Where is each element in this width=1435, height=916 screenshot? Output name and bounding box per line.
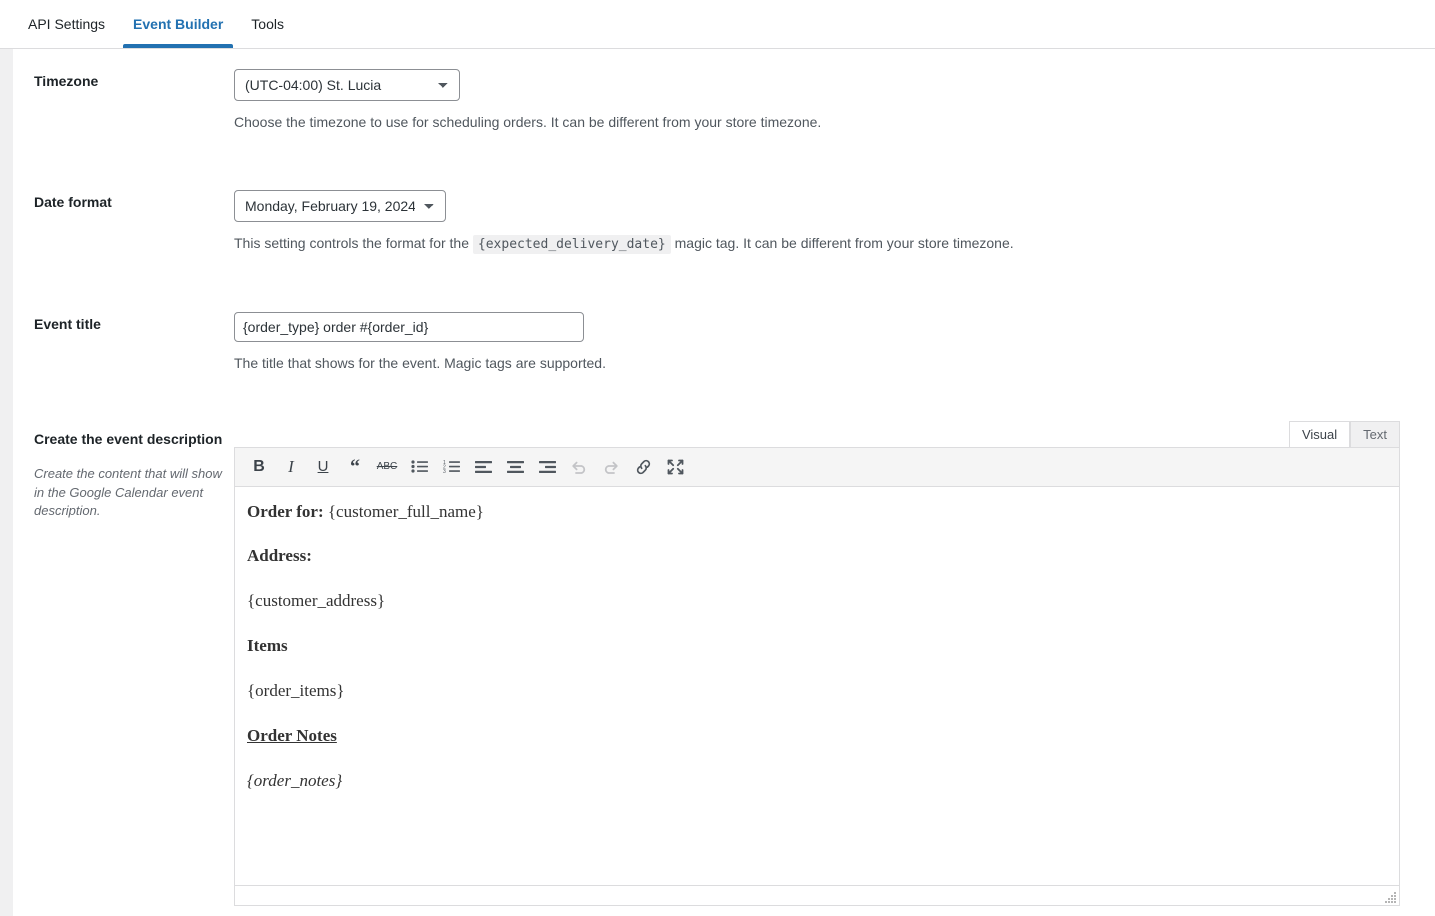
- event-title-field: The title that shows for the event. Magi…: [234, 292, 1435, 374]
- event-description-label-col: Create the event description Create the …: [13, 412, 234, 522]
- date-format-select[interactable]: Monday, February 19, 2024: [234, 190, 446, 222]
- link-icon[interactable]: [627, 452, 659, 482]
- items-label: Items: [247, 636, 288, 656]
- editor-paragraph-order-for: Order for: {customer_full_name}: [247, 501, 1387, 524]
- tab-text[interactable]: Text: [1350, 420, 1400, 447]
- align-left-icon[interactable]: [467, 452, 499, 482]
- underline-icon[interactable]: U: [307, 452, 339, 482]
- editor-paragraph-order-notes-label: Order Notes: [247, 725, 1387, 748]
- date-format-help-before: This setting controls the format for the: [234, 235, 473, 251]
- align-center-icon[interactable]: [499, 452, 531, 482]
- timezone-help-text: Choose the timezone to use for schedulin…: [234, 114, 822, 130]
- timezone-label: Timezone: [34, 73, 99, 89]
- editor-content-area[interactable]: Order for: {customer_full_name} Address:…: [235, 486, 1399, 885]
- left-gutter: [0, 49, 13, 916]
- undo-icon[interactable]: [563, 452, 595, 482]
- editor-paragraph-address-value: {customer_address}: [247, 591, 386, 611]
- fullscreen-icon[interactable]: [659, 452, 691, 482]
- event-title-input[interactable]: [234, 311, 584, 342]
- event-title-label: Event title: [34, 315, 101, 332]
- order-for-label: Order for:: [247, 501, 324, 521]
- numbered-list-icon[interactable]: 1 2 3: [435, 452, 467, 482]
- settings-form: Timezone (UTC-04:00) St. Lucia Choose th…: [13, 49, 1435, 916]
- address-label: Address:: [247, 546, 312, 566]
- expected-delivery-date-magic-tag: {expected_delivery_date}: [472, 235, 671, 254]
- order-for-value: {customer_full_name}: [323, 501, 484, 521]
- rich-text-editor: B I U “ ABC 1 2 3 Order for: {customer_f…: [234, 446, 1400, 886]
- blockquote-icon[interactable]: “: [339, 452, 371, 482]
- date-format-label: Date format: [34, 194, 112, 210]
- redo-icon[interactable]: [595, 452, 627, 482]
- tab-visual[interactable]: Visual: [1288, 420, 1351, 447]
- tab-tools[interactable]: Tools: [241, 0, 294, 47]
- editor-paragraph-address-label: Address:: [247, 545, 1387, 568]
- editor-mode-tabs: Visual Text: [234, 420, 1400, 448]
- tab-event-builder[interactable]: Event Builder: [123, 0, 234, 48]
- bold-icon[interactable]: B: [243, 452, 275, 482]
- tab-api-settings[interactable]: API Settings: [18, 0, 115, 47]
- blockquote-glyph: “: [350, 455, 360, 478]
- editor-toolbar: B I U “ ABC 1 2 3: [235, 447, 1399, 487]
- editor-paragraph-items-value: {order_items}: [247, 681, 345, 701]
- settings-tab-bar: API Settings Event Builder Tools: [0, 0, 1435, 49]
- bullet-list-icon[interactable]: [403, 452, 435, 482]
- event-title-help-text: The title that shows for the event. Magi…: [234, 354, 606, 371]
- date-format-row: Date format Monday, February 19, 2024 Th…: [13, 170, 1435, 255]
- editor-paragraph-items-label: Items: [247, 635, 1387, 658]
- timezone-row: Timezone (UTC-04:00) St. Lucia Choose th…: [13, 49, 1435, 133]
- event-description-editor-col: Visual Text B I U “ ABC 1 2 3 Order for:…: [234, 412, 1435, 916]
- event-description-subtext: Create the content that will show in the…: [34, 465, 222, 519]
- strikethrough-icon[interactable]: ABC: [371, 452, 403, 482]
- date-format-help-after: magic tag. It can be different from your…: [670, 235, 1014, 251]
- underline-glyph: U: [317, 458, 329, 475]
- order-notes-label: Order Notes: [247, 726, 337, 746]
- editor-status-bar: [234, 885, 1400, 906]
- editor-paragraph-order-notes-value: {order_notes}: [247, 770, 1387, 793]
- italic-glyph: I: [288, 457, 294, 476]
- event-description-title: Create the event description: [34, 430, 223, 447]
- timezone-select[interactable]: (UTC-04:00) St. Lucia: [234, 69, 460, 101]
- event-builder-page: API Settings Event Builder Tools Timezon…: [0, 0, 1435, 916]
- order-notes-value: {order_notes}: [247, 771, 343, 791]
- svg-text:3: 3: [443, 469, 446, 474]
- bold-glyph: B: [253, 457, 265, 475]
- event-description-row: Create the event description Create the …: [13, 412, 1435, 916]
- date-format-field: Monday, February 19, 2024 This setting c…: [234, 170, 1435, 255]
- editor-resize-handle[interactable]: [1384, 891, 1396, 903]
- align-right-icon[interactable]: [531, 452, 563, 482]
- timezone-field: (UTC-04:00) St. Lucia Choose the timezon…: [234, 49, 1435, 133]
- event-title-row: Event title The title that shows for the…: [13, 292, 1435, 374]
- date-format-help-text: This setting controls the format for the…: [234, 233, 1435, 255]
- italic-icon[interactable]: I: [275, 452, 307, 482]
- strikethrough-glyph: ABC: [376, 460, 398, 472]
